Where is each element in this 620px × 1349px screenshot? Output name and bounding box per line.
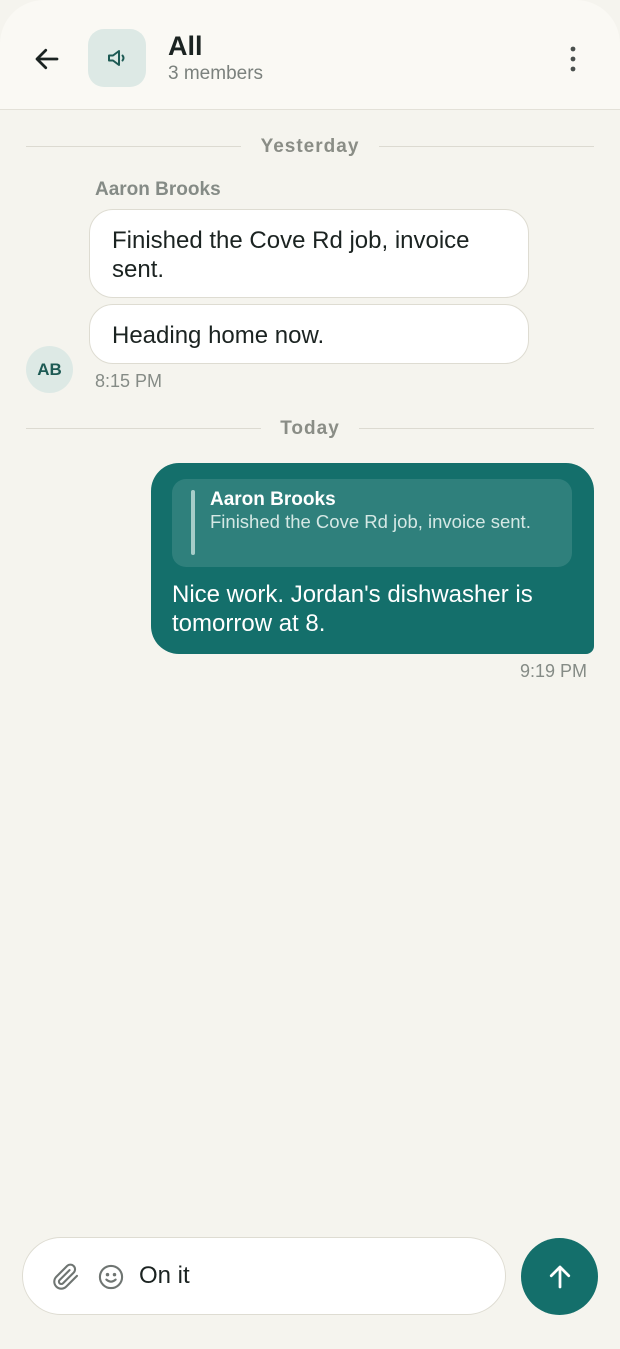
back-button[interactable] bbox=[24, 36, 70, 82]
avatar-initials: AB bbox=[37, 359, 62, 379]
divider-line bbox=[379, 146, 594, 147]
incoming-message-bubble[interactable]: Heading home now. bbox=[89, 304, 529, 364]
group-avatar[interactable] bbox=[88, 29, 146, 87]
smiley-icon bbox=[98, 1264, 124, 1290]
emoji-button[interactable] bbox=[94, 1260, 128, 1294]
attach-button[interactable] bbox=[49, 1260, 83, 1294]
more-options-button[interactable] bbox=[550, 36, 596, 82]
arrow-left-icon bbox=[35, 48, 59, 70]
message-composer bbox=[22, 1237, 506, 1315]
incoming-message-bubble[interactable]: Finished the Cove Rd job, invoice sent. bbox=[89, 209, 529, 298]
quote-text: Finished the Cove Rd job, invoice sent. bbox=[210, 511, 531, 532]
quote-bar bbox=[191, 490, 195, 555]
message-text: Nice work. Jordan's dishwasher is tomorr… bbox=[172, 581, 533, 637]
day-label: Today bbox=[280, 418, 340, 439]
message-input[interactable] bbox=[139, 1256, 479, 1296]
arrow-up-icon bbox=[549, 1265, 570, 1288]
sender-avatar[interactable]: AB bbox=[26, 346, 73, 393]
day-divider-today: Today bbox=[26, 414, 594, 444]
divider-line bbox=[359, 428, 594, 429]
message-timestamp: 9:19 PM bbox=[519, 661, 587, 681]
sender-name: Aaron Brooks bbox=[95, 179, 221, 200]
chat-title: All bbox=[168, 31, 203, 61]
member-count: 3 members bbox=[168, 63, 264, 84]
day-divider-yesterday: Yesterday bbox=[26, 132, 594, 162]
send-button[interactable] bbox=[521, 1238, 598, 1315]
paperclip-icon bbox=[53, 1263, 79, 1290]
chat-header: All 3 members bbox=[0, 0, 620, 110]
reply-quote[interactable]: Aaron Brooks Finished the Cove Rd job, i… bbox=[172, 479, 572, 567]
message-text: Heading home now. bbox=[112, 322, 325, 349]
outgoing-message-bubble[interactable]: Aaron Brooks Finished the Cove Rd job, i… bbox=[151, 463, 594, 654]
message-timestamp: 8:15 PM bbox=[95, 371, 163, 391]
quote-author: Aaron Brooks bbox=[210, 489, 336, 510]
megaphone-icon bbox=[108, 50, 125, 66]
more-vertical-icon bbox=[570, 46, 576, 72]
chat-screen: All 3 members Yesterday Aaron Brooks Fin… bbox=[0, 0, 620, 1349]
message-text: Finished the Cove Rd job, invoice sent. bbox=[112, 227, 470, 283]
day-label: Yesterday bbox=[260, 136, 360, 157]
